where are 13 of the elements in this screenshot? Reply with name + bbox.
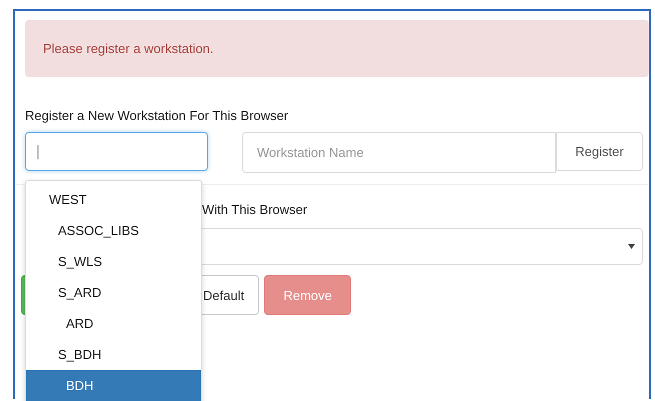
tree-option[interactable]: S_ARD — [26, 277, 201, 308]
field-label: With This Browser — [202, 202, 308, 217]
tree-option[interactable]: ASSOC_LIBS — [26, 215, 201, 246]
alert-message: Please register a workstation. — [43, 41, 214, 56]
input-field[interactable]: Workstation Name — [242, 132, 556, 173]
tree-option[interactable]: S_WLS — [26, 246, 201, 277]
register-button[interactable]: Register — [556, 132, 643, 171]
caret-icon — [628, 244, 635, 249]
tree-option[interactable]: WEST — [26, 184, 201, 215]
tree-option[interactable]: S_BDH — [26, 339, 201, 370]
tree-option[interactable]: ARD — [26, 308, 201, 339]
field-label: Register a New Workstation For This Browser — [25, 108, 290, 123]
tree-option[interactable]: BDH — [26, 370, 201, 401]
